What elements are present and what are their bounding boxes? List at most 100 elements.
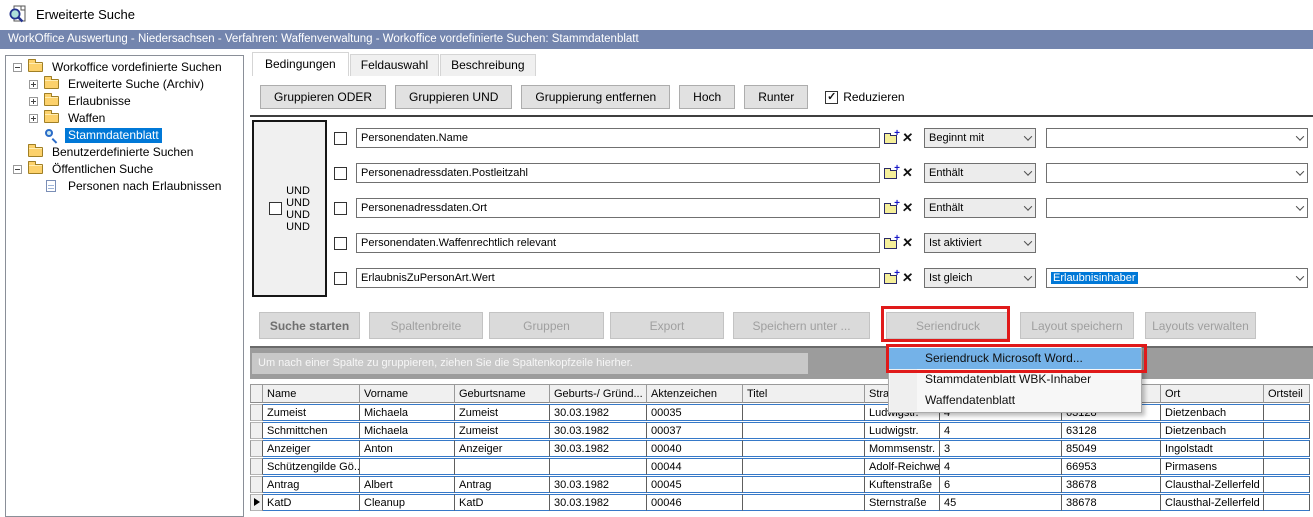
table-cell[interactable]: 3 [940, 440, 1062, 457]
minus-box-icon[interactable] [13, 63, 22, 72]
value-combobox[interactable] [1046, 163, 1308, 183]
operator-dropdown[interactable]: Enthält [924, 163, 1036, 183]
table-cell[interactable]: Ingolstadt [1161, 440, 1264, 457]
minus-box-icon[interactable] [13, 165, 22, 174]
table-cell[interactable]: Michaela [360, 422, 455, 439]
table-cell[interactable]: 85049 [1062, 440, 1161, 457]
condition-checkbox[interactable] [334, 202, 347, 215]
table-cell[interactable]: Clausthal-Zellerfeld [1161, 494, 1264, 511]
tree-item-3[interactable]: Waffen [6, 110, 243, 127]
tree-item-6[interactable]: Öffentlichen Suche [6, 161, 243, 178]
table-cell[interactable]: Dietzenbach [1161, 422, 1264, 439]
table-cell[interactable]: 4 [940, 458, 1062, 475]
table-cell[interactable]: 00045 [647, 476, 743, 493]
tree-expander-plus-icon[interactable] [28, 79, 41, 90]
hoch-button[interactable]: Hoch [679, 85, 735, 109]
table-cell[interactable]: KatD [455, 494, 550, 511]
menu-item-0[interactable]: Seriendruck Microsoft Word... [889, 348, 1141, 369]
table-cell[interactable]: Kuftenstraße [865, 476, 940, 493]
table-cell[interactable]: KatD [263, 494, 360, 511]
tab-beschreibung[interactable]: Beschreibung [440, 54, 535, 76]
table-cell[interactable]: 63128 [1062, 422, 1161, 439]
condition-checkbox[interactable] [334, 272, 347, 285]
table-cell[interactable]: 30.03.1982 [550, 494, 647, 511]
delete-condition-icon[interactable]: ✕ [901, 200, 914, 216]
tree-item-0[interactable]: Workoffice vordefinierte Suchen [6, 59, 243, 76]
menu-item-2[interactable]: Waffendatenblatt [889, 390, 1141, 411]
table-cell[interactable]: Schützengilde Gö... [263, 458, 360, 475]
table-cell[interactable]: Adolf-Reichwein-... [865, 458, 940, 475]
condition-field-input[interactable] [356, 268, 880, 288]
table-cell[interactable]: 30.03.1982 [550, 440, 647, 457]
table-cell[interactable]: Cleanup [360, 494, 455, 511]
tree-expander-minus-icon[interactable] [12, 62, 25, 73]
spaltenbreite-button[interactable]: Spaltenbreite [369, 312, 483, 339]
table-cell[interactable]: Sternstraße [865, 494, 940, 511]
row-selector[interactable] [250, 458, 263, 475]
condition-checkbox[interactable] [334, 132, 347, 145]
column-header-2[interactable]: Geburtsname [455, 384, 550, 403]
layout-speichern-button[interactable]: Layout speichern [1020, 312, 1134, 339]
table-cell[interactable]: Michaela [360, 404, 455, 421]
table-cell[interactable] [360, 458, 455, 475]
table-cell[interactable] [1264, 404, 1310, 421]
table-cell[interactable] [1264, 422, 1310, 439]
group-by-bar[interactable]: Um nach einer Spalte zu gruppieren, zieh… [250, 346, 1313, 379]
condition-field-input[interactable] [356, 233, 880, 253]
operator-dropdown[interactable]: Ist aktiviert [924, 233, 1036, 253]
row-selector[interactable] [250, 404, 263, 421]
table-cell[interactable]: 30.03.1982 [550, 422, 647, 439]
table-cell[interactable] [550, 458, 647, 475]
add-folder-icon[interactable]: + [884, 131, 900, 145]
condition-checkbox[interactable] [334, 237, 347, 250]
add-folder-icon[interactable]: + [884, 166, 900, 180]
table-cell[interactable]: Zumeist [455, 422, 550, 439]
table-cell[interactable]: 00046 [647, 494, 743, 511]
table-cell[interactable]: 00035 [647, 404, 743, 421]
delete-condition-icon[interactable]: ✕ [901, 270, 914, 286]
table-cell[interactable]: Anton [360, 440, 455, 457]
table-cell[interactable]: 4 [940, 422, 1062, 439]
tree-item-4[interactable]: Stammdatenblatt [6, 127, 243, 144]
row-selector[interactable] [250, 494, 263, 511]
tree-item-7[interactable]: Personen nach Erlaubnissen [6, 178, 243, 195]
row-selector[interactable] [250, 476, 263, 493]
table-cell[interactable]: 38678 [1062, 476, 1161, 493]
add-folder-icon[interactable]: + [884, 236, 900, 250]
tree-expander-plus-icon[interactable] [28, 113, 41, 124]
column-header-1[interactable]: Vorname [360, 384, 455, 403]
suche-starten-button[interactable]: Suche starten [259, 312, 360, 339]
table-cell[interactable] [743, 440, 865, 457]
value-combobox[interactable]: Erlaubnisinhaber [1046, 268, 1308, 288]
table-cell[interactable] [743, 458, 865, 475]
table-cell[interactable]: 00044 [647, 458, 743, 475]
column-header-9[interactable]: Ort [1161, 384, 1264, 403]
runter-button[interactable]: Runter [744, 85, 808, 109]
menu-item-1[interactable]: Stammdatenblatt WBK-Inhaber [889, 369, 1141, 390]
plus-box-icon[interactable] [29, 80, 38, 89]
table-cell[interactable] [1264, 458, 1310, 475]
table-cell[interactable] [1264, 494, 1310, 511]
operator-dropdown[interactable]: Ist gleich [924, 268, 1036, 288]
plus-box-icon[interactable] [29, 114, 38, 123]
reduzieren-checkbox[interactable]: ✓ [825, 91, 838, 104]
table-cell[interactable] [743, 422, 865, 439]
tree-item-2[interactable]: Erlaubnisse [6, 93, 243, 110]
add-folder-icon[interactable]: + [884, 201, 900, 215]
value-combobox[interactable] [1046, 198, 1308, 218]
column-header-5[interactable]: Titel [743, 384, 865, 403]
tree-item-5[interactable]: Benutzerdefinierte Suchen [6, 144, 243, 161]
table-cell[interactable]: 38678 [1062, 494, 1161, 511]
condition-checkbox[interactable] [334, 167, 347, 180]
table-cell[interactable]: Ludwigstr. [865, 422, 940, 439]
table-cell[interactable]: Albert [360, 476, 455, 493]
row-selector[interactable] [250, 422, 263, 439]
table-cell[interactable]: Anzeiger [263, 440, 360, 457]
table-cell[interactable]: 30.03.1982 [550, 404, 647, 421]
table-cell[interactable]: Anzeiger [455, 440, 550, 457]
table-cell[interactable]: Antrag [455, 476, 550, 493]
column-header-0[interactable]: Name [263, 384, 360, 403]
table-cell[interactable]: Antrag [263, 476, 360, 493]
tree-item-1[interactable]: Erweiterte Suche (Archiv) [6, 76, 243, 93]
condition-field-input[interactable] [356, 163, 880, 183]
